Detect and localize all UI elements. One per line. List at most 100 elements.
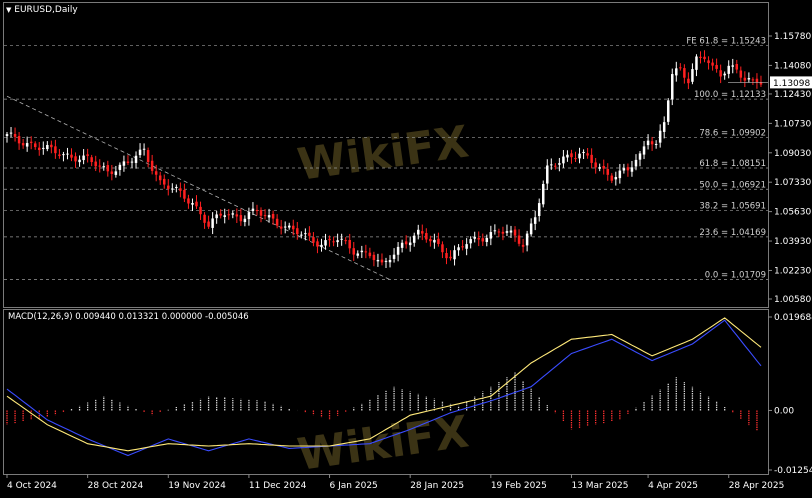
candle-body [489,232,493,239]
macd-tick-label: 0.019684 [774,313,812,323]
current-price-label: 1.13098 [773,79,810,89]
candle-body [191,203,194,205]
candle-body [505,231,509,233]
candle-body [179,188,182,191]
macd-tick-label: 0.00 [774,406,794,416]
candle-body [82,155,85,161]
candle-body [630,167,634,172]
candle-body [558,163,561,165]
candle-body [58,154,61,156]
candle-body [275,218,279,226]
candle-body [634,159,638,167]
candle-body [126,161,130,163]
candle-body [13,133,17,137]
candle-body [666,100,670,122]
candle-body [578,153,581,159]
price-tick-label: 1.07330 [774,178,811,188]
candle-body [735,64,739,70]
candle-body [110,171,114,174]
price-tick-label: 1.09030 [774,149,811,159]
dropdown-triangle-icon[interactable]: ▼ [6,6,11,14]
candle-body [755,78,759,83]
price-tick-label: 1.14080 [774,61,811,71]
candle-body [70,154,73,158]
candle-body [687,78,690,84]
fib-label: FE 61.8 = 1.15243 [686,36,766,46]
candle-body [320,244,323,248]
candle-body [671,74,674,100]
candle-body [134,155,138,163]
candle-body [707,60,710,64]
candle-body [114,171,118,175]
candle-body [747,78,751,80]
candle-body [376,259,380,262]
symbol-label[interactable]: ▼ EURUSD,Daily [6,5,78,15]
candle-body [340,238,343,240]
time-tick-label: 13 Mar 2025 [571,481,628,491]
candle-body [421,231,424,234]
candle-body [586,153,589,156]
fib-label: 100.0 = 1.12133 [694,90,766,100]
candle-body [473,236,476,239]
candle-body [98,165,101,167]
time-tick-label: 19 Nov 2024 [168,481,226,491]
candle-body [683,68,686,78]
candle-body [388,260,392,263]
candle-body [618,170,622,179]
time-tick-label: 4 Apr 2025 [648,481,698,491]
candle-body [598,167,601,169]
candle-body [46,145,49,150]
candle-body [255,209,259,211]
candle-body [324,240,327,246]
time-tick-label: 19 Feb 2025 [491,481,547,491]
candle-body [259,210,263,216]
candle-body [78,159,81,163]
candle-body [304,233,307,235]
candle-body [546,165,549,184]
candle-body [29,141,33,143]
candle-body [449,256,452,259]
candle-body [396,246,400,255]
candle-body [199,206,202,215]
candle-body [167,185,170,189]
candle-body [150,160,154,171]
price-tick-label: 1.05630 [774,208,811,218]
candle-body [267,215,271,218]
candle-body [235,214,239,217]
time-tick-label: 28 Jan 2025 [410,481,464,491]
candle-body [183,189,186,199]
price-tick-label: 1.12430 [774,90,811,100]
candle-body [171,188,174,190]
candle-body [658,130,662,143]
candle-body [187,198,190,204]
candle-body [481,238,485,242]
candle-body [437,238,440,245]
candle-body [743,77,747,81]
candle-body [42,147,45,149]
candle-body [154,171,158,175]
fib-label: 23.6 = 1.04169 [699,228,766,238]
candle-body [501,231,505,234]
candle-body [497,231,501,233]
fib-label: 78.6 = 1.09902 [699,129,766,139]
candle-body [33,143,37,148]
candle-body [695,56,698,70]
candle-body [138,149,142,156]
candle-body [292,225,295,230]
candle-body [142,148,146,150]
candle-body [5,134,9,137]
candle-body [368,252,372,257]
candle-body [715,64,718,69]
candle-body [429,238,432,242]
time-tick-label: 11 Dec 2024 [249,481,307,491]
candle-body [529,223,533,235]
candle-body [158,175,162,181]
time-tick-label: 6 Jan 2025 [330,481,378,491]
candle-body [271,213,275,219]
candle-body [675,68,678,76]
eurusd-chart: WikiFX WikiFX FE 61.8 = 1.15243100.0 = 1… [0,0,812,498]
candle-body [554,165,557,167]
price-tick-label: 1.02230 [774,266,811,276]
candle-body [493,230,497,232]
candle-body [646,140,650,146]
